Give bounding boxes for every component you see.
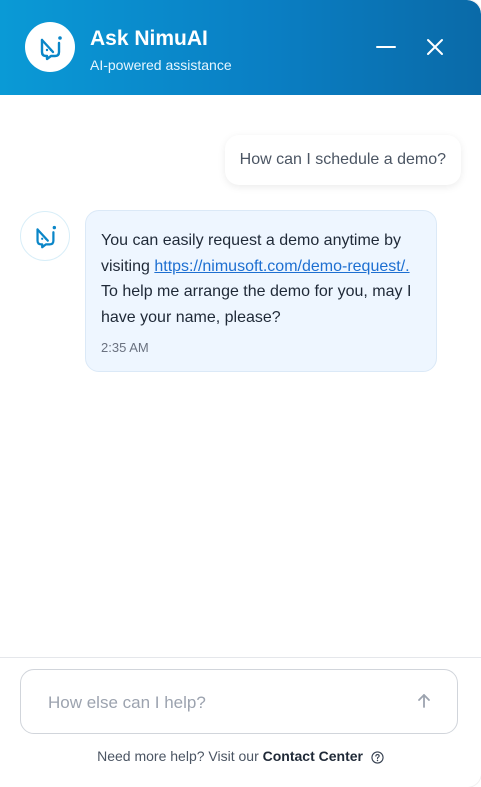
user-message: How can I schedule a demo? [224,135,461,185]
chat-bot-logo-icon [36,225,57,249]
bot-message-text: You can easily request a demo anytime by… [101,228,421,330]
header-title: Ask NimuAI [90,27,208,50]
header-subtitle: AI-powered assistance [90,57,232,73]
send-button[interactable] [413,690,435,712]
chat-bot-logo-icon [25,22,75,72]
contact-center-link[interactable]: Contact Center [263,748,363,764]
help-text: Need more help? Visit our [97,748,259,764]
chat-footer: Need more help? Visit our Contact Center [0,657,481,787]
composer [20,669,458,734]
message-timestamp: 2:35 AM [101,340,149,355]
message-input[interactable] [46,690,390,716]
chat-widget: Ask NimuAI AI-powered assistance How can… [0,0,481,787]
chat-header: Ask NimuAI AI-powered assistance [0,0,481,95]
arrow-up-icon [418,694,430,708]
close-button[interactable] [422,34,448,60]
bot-text-part: To help me arrange the demo for you, may… [101,283,412,326]
minimize-icon [376,46,396,48]
close-icon [427,39,443,55]
bot-message: You can easily request a demo anytime by… [85,210,437,372]
chat-messages[interactable]: How can I schedule a demo? You can easil… [0,95,481,657]
demo-request-link[interactable]: https://nimusoft.com/demo-request/. [154,258,409,275]
minimize-button[interactable] [373,34,399,60]
bot-avatar [20,211,70,261]
help-line: Need more help? Visit our Contact Center [0,748,481,764]
question-circle-icon[interactable] [371,751,384,764]
